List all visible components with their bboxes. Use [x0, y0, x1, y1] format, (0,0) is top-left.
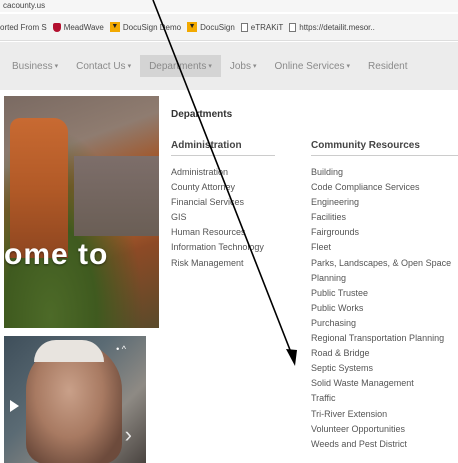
- caret-down-icon: ▾: [127, 63, 132, 70]
- menu-link[interactable]: Information Technology: [171, 240, 264, 255]
- menu-link[interactable]: GIS: [171, 210, 264, 225]
- menu-link[interactable]: Purchasing: [311, 316, 451, 331]
- caret-down-icon: ▾: [208, 63, 212, 70]
- menu-link[interactable]: County Attorney: [171, 180, 264, 195]
- nav-resident[interactable]: Resident: [359, 61, 416, 72]
- hero-welcome-text: ome to: [4, 238, 109, 271]
- menu-link[interactable]: Fleet: [311, 240, 451, 255]
- administration-list: Administration County Attorney Financial S…: [171, 165, 264, 271]
- address-bar[interactable]: cacounty.us: [0, 0, 458, 12]
- administration-heading: Administration: [171, 140, 275, 156]
- url-text: cacounty.us: [3, 1, 46, 10]
- caret-down-icon: ▾: [346, 63, 351, 70]
- community-resources-list: Building Code Compliance Services Engineer…: [311, 165, 451, 452]
- hero-banner: ome to: [4, 96, 159, 328]
- menu-link[interactable]: Traffic: [311, 391, 451, 406]
- menu-link[interactable]: Parks, Landscapes, & Open Space: [311, 256, 451, 271]
- menu-link[interactable]: Financial Services: [171, 195, 264, 210]
- bookmark-docusign-demo[interactable]: ▼ DocuSign Demo: [109, 22, 181, 32]
- menu-link[interactable]: Risk Management: [171, 256, 264, 271]
- nav-business[interactable]: Business ▾: [0, 61, 67, 72]
- caret-down-icon: ▾: [54, 63, 59, 70]
- bookmarks-bar: orted From S MeadWave ▼ DocuSign Demo ▼ …: [0, 14, 458, 41]
- menu-link[interactable]: Administration: [171, 165, 264, 180]
- document-icon: [240, 22, 248, 32]
- menu-link[interactable]: Septic Systems: [311, 361, 451, 376]
- video-carousel[interactable]: • ^ ›: [4, 336, 146, 463]
- departments-dropdown: Departments Administration Community Res…: [163, 96, 458, 463]
- docusign-icon: ▼: [109, 22, 120, 32]
- menu-link[interactable]: Planning: [311, 271, 451, 286]
- bookmark-detailit[interactable]: https://detailit.mesor..: [289, 22, 375, 32]
- nav-departments[interactable]: Departments ▾: [140, 55, 221, 77]
- menu-link[interactable]: Fairgrounds: [311, 225, 451, 240]
- hero-butte: [10, 118, 68, 258]
- menu-link[interactable]: Facilities: [311, 210, 451, 225]
- bookmark-imported[interactable]: orted From S: [0, 23, 47, 32]
- caret-down-icon: ▾: [252, 63, 257, 70]
- nav-contact-us[interactable]: Contact Us ▾: [67, 61, 140, 72]
- menu-link[interactable]: Regional Transportation Planning: [311, 331, 451, 346]
- video-thumbnail-hair: [34, 340, 104, 362]
- nav-jobs[interactable]: Jobs ▾: [221, 61, 266, 72]
- carousel-dots-icon[interactable]: • ^: [116, 344, 126, 354]
- menu-link[interactable]: Tri-River Extension: [311, 407, 451, 422]
- dropdown-title: Departments: [171, 109, 233, 120]
- menu-link[interactable]: Public Trustee: [311, 286, 451, 301]
- bookmark-meadwave[interactable]: MeadWave: [52, 22, 104, 32]
- menu-link[interactable]: Solid Waste Management: [311, 376, 451, 391]
- main-nav: Business ▾ Contact Us ▾ Departments ▾ Jobs ▾…: [0, 42, 458, 90]
- menu-link[interactable]: Code Compliance Services: [311, 180, 451, 195]
- bookmark-docusign[interactable]: ▼ DocuSign: [187, 22, 235, 32]
- shield-icon: [52, 22, 61, 32]
- hero-mesa: [74, 156, 159, 236]
- play-icon[interactable]: [10, 400, 19, 412]
- chevron-right-icon[interactable]: ›: [125, 422, 132, 448]
- menu-link[interactable]: Road & Bridge: [311, 346, 451, 361]
- bookmark-etrakit[interactable]: eTRAKiT: [240, 22, 283, 32]
- menu-link[interactable]: Human Resources: [171, 225, 264, 240]
- nav-online-services[interactable]: Online Services ▾: [265, 61, 359, 72]
- document-icon: [289, 22, 297, 32]
- menu-link[interactable]: Volunteer Opportunities: [311, 422, 451, 437]
- menu-link[interactable]: Weeds and Pest District: [311, 437, 451, 452]
- docusign-icon: ▼: [187, 22, 198, 32]
- menu-link[interactable]: Building: [311, 165, 451, 180]
- community-resources-heading: Community Resources: [311, 140, 458, 156]
- menu-link[interactable]: Public Works: [311, 301, 451, 316]
- menu-link[interactable]: Engineering: [311, 195, 451, 210]
